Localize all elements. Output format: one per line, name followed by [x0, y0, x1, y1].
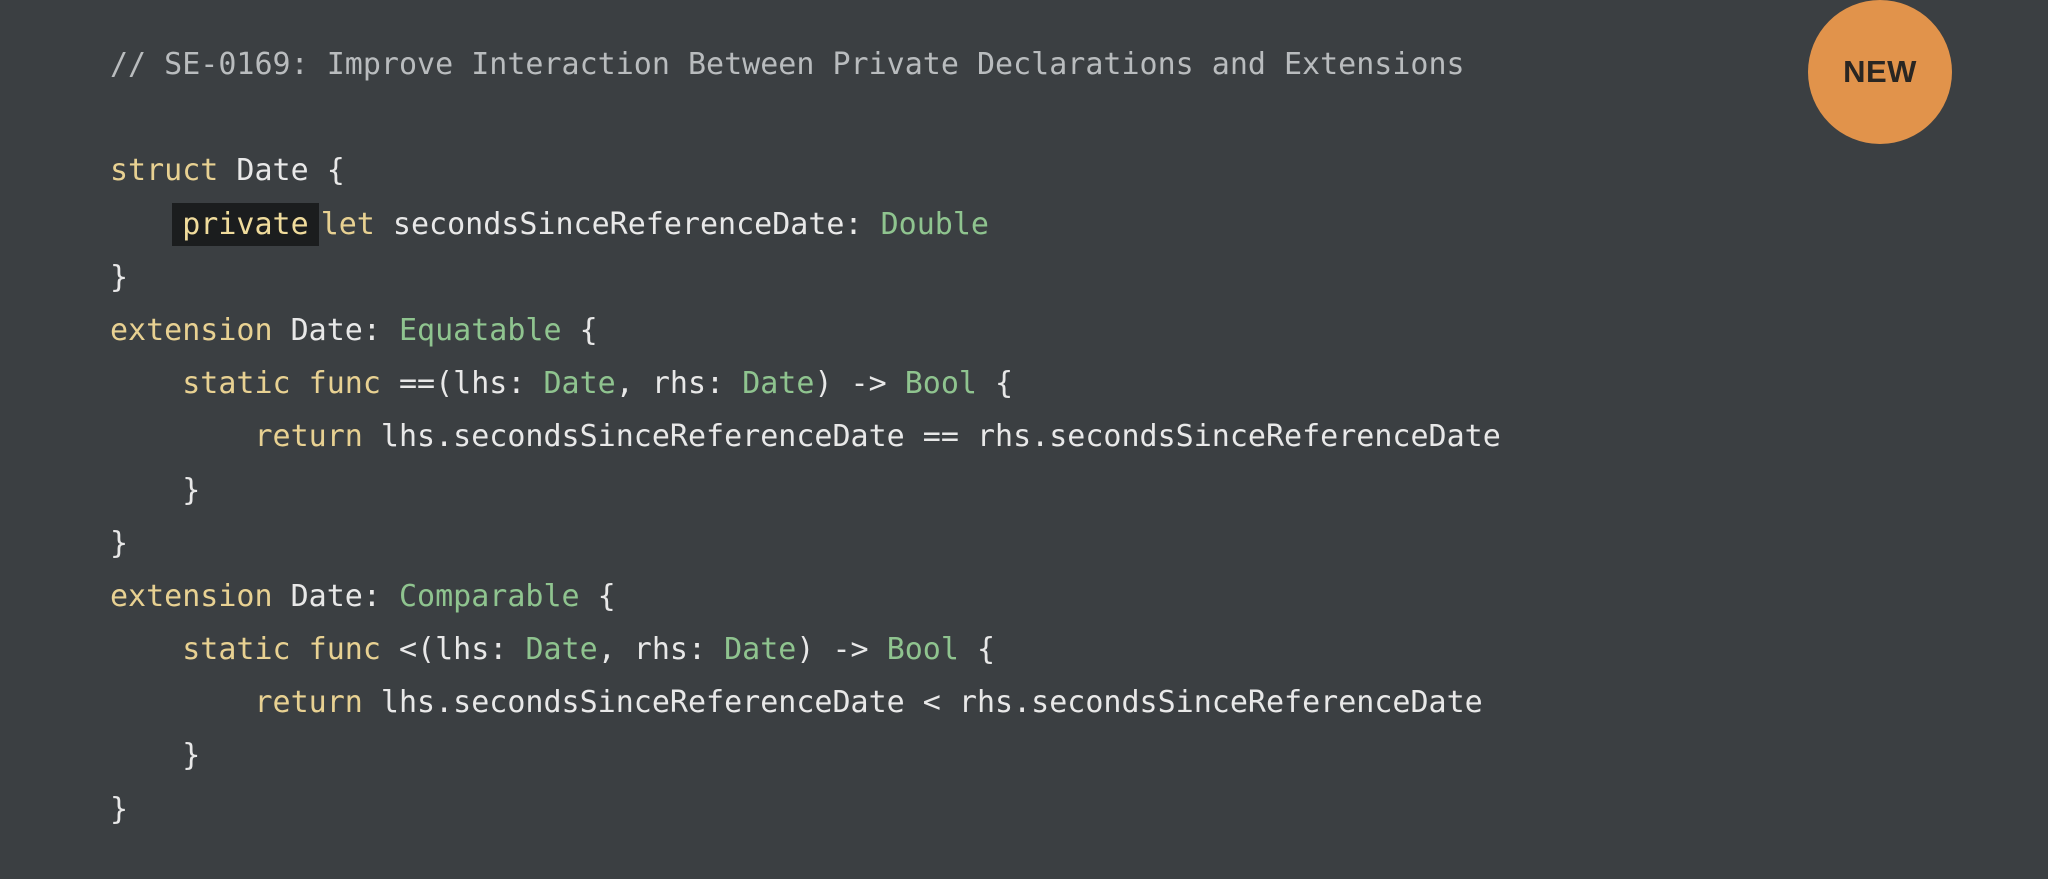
code-token: Date: [272, 312, 399, 348]
code-token: ) -> [796, 632, 887, 668]
code-token: , rhs: [615, 366, 743, 402]
new-badge-label: NEW [1843, 54, 1917, 89]
code-token: Double [880, 206, 989, 242]
code-line: } [110, 517, 1501, 570]
code-token: { [958, 632, 996, 668]
code-token: } [110, 791, 129, 827]
code-line: extension Date: Comparable { [110, 570, 1501, 623]
code-token: Bool [904, 366, 977, 402]
code-line: struct Date { [110, 144, 1501, 197]
code-token: Date { [218, 153, 345, 189]
code-line: return lhs.secondsSinceReferenceDate == … [110, 410, 1501, 463]
code-block: // SE-0169: Improve Interaction Between … [110, 38, 1501, 836]
code-token: { [977, 366, 1014, 402]
code-token: lhs.secondsSinceReferenceDate < rhs.seco… [362, 685, 1483, 721]
code-line: } [110, 729, 1501, 782]
code-line: return lhs.secondsSinceReferenceDate < r… [110, 676, 1501, 729]
code-token: } [110, 259, 129, 295]
code-token: static func [182, 366, 381, 402]
highlighted-token: private [172, 202, 319, 246]
code-token: return [254, 685, 363, 721]
code-token: } [110, 472, 201, 508]
code-token: Date [525, 632, 598, 668]
code-token: static func [182, 632, 381, 668]
code-token: , rhs: [597, 632, 725, 668]
code-lines: struct Date { private let secondsSinceRef… [110, 144, 1501, 835]
code-line: } [110, 251, 1501, 304]
code-line: } [110, 783, 1501, 836]
code-line: static func <(lhs: Date, rhs: Date) -> B… [110, 623, 1501, 676]
code-token: extension [110, 312, 273, 348]
code-token: ) -> [814, 366, 905, 402]
code-token: extension [110, 578, 273, 614]
code-token: Comparable [399, 578, 580, 614]
slide: // SE-0169: Improve Interaction Between … [0, 0, 2048, 879]
code-comment: // SE-0169: Improve Interaction Between … [110, 47, 1465, 82]
code-token: let [320, 206, 375, 242]
code-token: Bool [886, 632, 959, 668]
code-token: Date: [272, 578, 399, 614]
new-badge: NEW [1808, 0, 1952, 144]
code-token: } [110, 525, 129, 561]
code-token: Equatable [399, 312, 562, 348]
code-line: static func ==(lhs: Date, rhs: Date) -> … [110, 357, 1501, 410]
code-line: private let secondsSinceReferenceDate: Do… [110, 198, 1501, 251]
code-token: struct [110, 153, 219, 189]
code-token: ==(lhs: [380, 366, 544, 402]
code-token: { [561, 312, 598, 348]
code-token: Date [742, 366, 815, 402]
code-line: extension Date: Equatable { [110, 304, 1501, 357]
code-token: Date [543, 366, 616, 402]
code-token: } [110, 738, 201, 774]
code-token: <(lhs: [380, 632, 526, 668]
code-token: Date [724, 632, 797, 668]
code-token: lhs.secondsSinceReferenceDate == rhs.sec… [362, 419, 1501, 455]
code-token: return [254, 419, 363, 455]
code-line: } [110, 464, 1501, 517]
code-token: secondsSinceReferenceDate: [374, 206, 881, 242]
code-token: { [579, 578, 616, 614]
